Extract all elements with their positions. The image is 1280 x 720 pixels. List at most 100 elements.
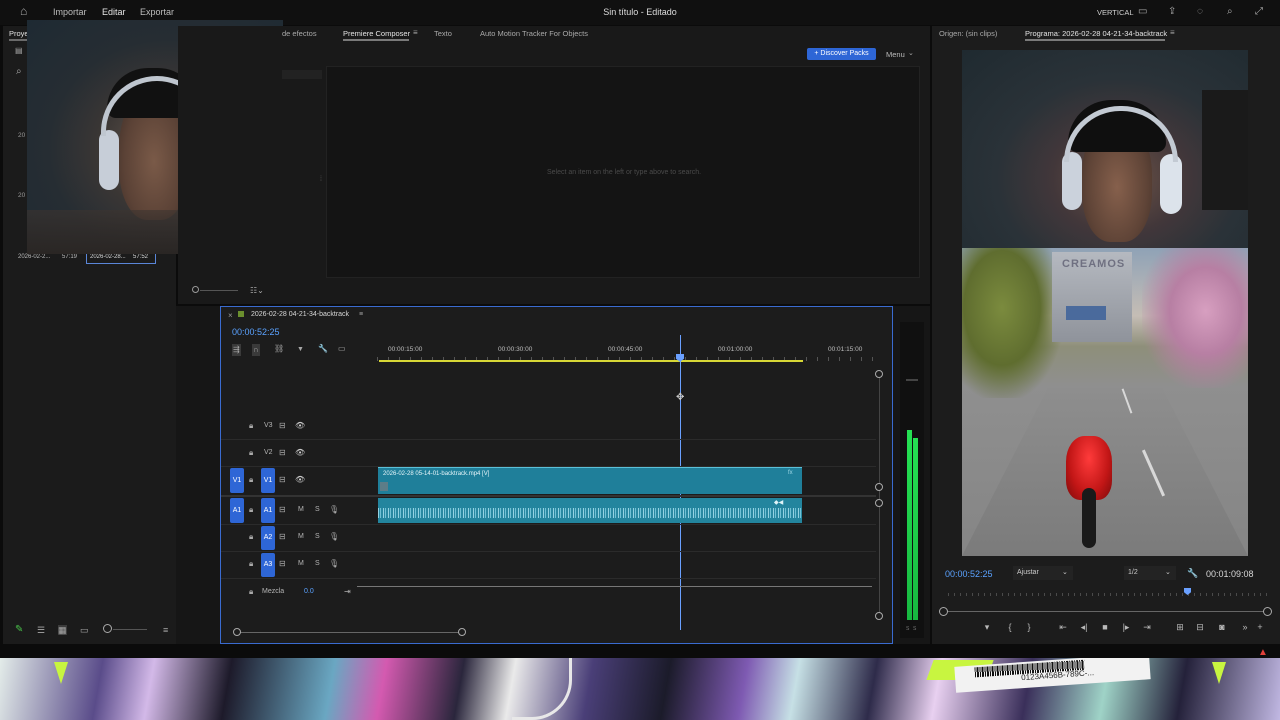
pencil-icon[interactable]: ✎ [15,624,23,635]
solo-button[interactable]: S [315,533,320,540]
fullscreen-icon[interactable]: ⤢ [1255,7,1263,17]
menu-importar[interactable]: Importar [53,7,87,17]
sequence-tab[interactable]: 2026-02-28 04-21-34-backtrack [251,311,349,318]
solo-button[interactable]: S [315,506,320,513]
sync-lock-icon[interactable]: ⊟ [279,475,286,484]
step-back-icon[interactable]: ◂| [1077,622,1091,633]
mute-button[interactable]: M [298,533,304,540]
track-target-v1[interactable]: V1 [261,468,275,493]
wrench-icon[interactable]: 🔧 [1187,568,1198,579]
program-zoom-handle-right[interactable] [1263,607,1272,616]
warning-icon[interactable]: ▲ [1258,647,1268,658]
work-area-bar[interactable] [379,360,803,362]
scroll-handle-top[interactable] [875,370,883,378]
lock-icon[interactable]: 🔒︎ [249,475,253,485]
list-view-icon[interactable]: ☰ [37,625,45,635]
source-patch-a1[interactable]: A1 [230,498,244,523]
lock-icon[interactable]: 🔒︎ [249,559,253,569]
add-marker-icon[interactable]: ▾ [980,622,994,633]
track-target-a2[interactable]: A2 [261,526,275,550]
linked-selection-icon[interactable]: ⛓ [274,344,284,354]
tab-menu-icon[interactable]: ≡ [413,28,418,38]
folder-icon[interactable]: ▤ [15,46,23,56]
zoom-slider-handle[interactable] [103,624,112,633]
tab-effects[interactable]: de efectos [282,29,317,38]
sync-lock-icon[interactable]: ⊟ [279,532,286,541]
video-clip[interactable]: 2026-02-28 05-14-01-backtrack.mp4 [V] fx [378,467,802,494]
wrench-icon[interactable]: 🔧 [318,344,328,354]
video-audio-divider[interactable] [221,495,876,497]
source-patch-v1[interactable]: V1 [230,468,244,493]
scroll-handle-bottom[interactable] [875,612,883,620]
freeform-view-icon[interactable]: ▭ [80,625,89,635]
captions-icon[interactable]: ▭ [338,344,346,354]
mark-in-icon[interactable]: { [1003,622,1017,632]
icon-view-icon[interactable]: ▦ [58,625,67,635]
discover-packs-button[interactable]: + Discover Packs [807,48,876,60]
mute-button[interactable]: M [298,506,304,513]
insert-sequence-icon[interactable]: ⇶ [232,344,241,356]
eye-icon[interactable]: 👁︎ [295,448,305,457]
eye-icon[interactable]: 👁︎ [295,421,305,430]
size-slider-handle[interactable] [192,286,199,293]
zoom-handle-right[interactable] [458,628,466,636]
lock-icon[interactable]: 🔒︎ [249,505,253,515]
fit-select[interactable]: Ajustar ⌄ [1013,566,1073,580]
mix-volume-line[interactable] [357,586,872,587]
size-slider-track[interactable] [200,290,238,291]
lock-icon[interactable]: 🔒︎ [249,587,253,597]
scroll-handle-mid[interactable] [875,483,883,491]
program-ruler[interactable] [948,593,1270,596]
zoom-handle-left[interactable] [233,628,241,636]
program-zoom-handle-left[interactable] [939,607,948,616]
tab-project[interactable]: Proye [9,29,29,38]
mute-button[interactable]: M [298,560,304,567]
horizontal-scrollbar[interactable] [238,632,463,633]
share-icon[interactable]: ⇪ [1168,7,1176,17]
search-icon[interactable]: ⌕ [1227,7,1233,17]
vertical-scrollbar[interactable] [879,372,880,617]
sync-lock-icon[interactable]: ⊟ [279,559,286,568]
layout-label[interactable]: VERTICAL [1097,8,1134,17]
snap-icon[interactable]: ∩ [252,344,260,356]
panel-layout-icon[interactable]: ▭ [1138,7,1147,17]
add-button-icon[interactable]: + [1253,622,1267,632]
mark-out-icon[interactable]: } [1022,622,1036,632]
program-zoom-bar[interactable] [946,611,1268,612]
sync-lock-icon[interactable]: ⊟ [279,505,286,514]
solo-button[interactable]: S [315,560,320,567]
timeline-timecode[interactable]: 00:00:52:25 [232,327,280,337]
step-forward-icon[interactable]: |▸ [1119,622,1133,633]
scroll-handle-mid[interactable] [875,499,883,507]
panel-menu-icon[interactable]: ≡ [163,625,168,635]
menu-editar[interactable]: Editar [102,7,126,17]
sync-lock-icon[interactable]: ⊟ [279,421,286,430]
microphone-icon[interactable]: 🎙︎ [329,505,339,514]
progress-icon[interactable]: ◌ [1197,7,1203,17]
microphone-icon[interactable]: 🎙︎ [329,532,339,541]
tab-source[interactable]: Origen: (sin clips) [939,29,997,38]
program-timecode[interactable]: 00:00:52:25 [945,569,993,579]
menu-exportar[interactable]: Exportar [140,7,174,17]
audio-clip[interactable]: ◆◀ [378,498,802,523]
meter-solo-left[interactable]: S [906,626,909,632]
overwrite-icon[interactable]: ⊟ [1193,622,1207,633]
home-icon[interactable]: ⌂ [20,5,27,17]
go-to-end-icon[interactable]: ⇥ [344,587,351,596]
tab-menu-icon[interactable]: ≡ [1170,28,1175,38]
add-marker-icon[interactable]: ▼ [297,345,304,355]
program-video-frame[interactable]: CREAMOS [962,50,1248,556]
lock-icon[interactable]: 🔒︎ [249,421,253,431]
search-box[interactable] [282,70,322,79]
go-to-in-icon[interactable]: ⇤ [1056,622,1070,633]
tab-menu-icon[interactable]: ≡ [359,310,363,320]
go-to-out-icon[interactable]: ⇥ [1140,622,1154,633]
tab-program[interactable]: Programa: 2026-02-28 04-21-34-backtrack [1025,29,1167,38]
sort-icon[interactable]: ☷⌄ [250,286,264,296]
insert-icon[interactable]: ⊞ [1173,622,1187,633]
track-target-a1[interactable]: A1 [261,498,275,523]
more-controls-icon[interactable]: » [1238,622,1252,632]
track-label-v3[interactable]: V3 [264,422,273,429]
meter-solo-right[interactable]: S [913,626,916,632]
menu-button[interactable]: Menu [886,50,905,59]
